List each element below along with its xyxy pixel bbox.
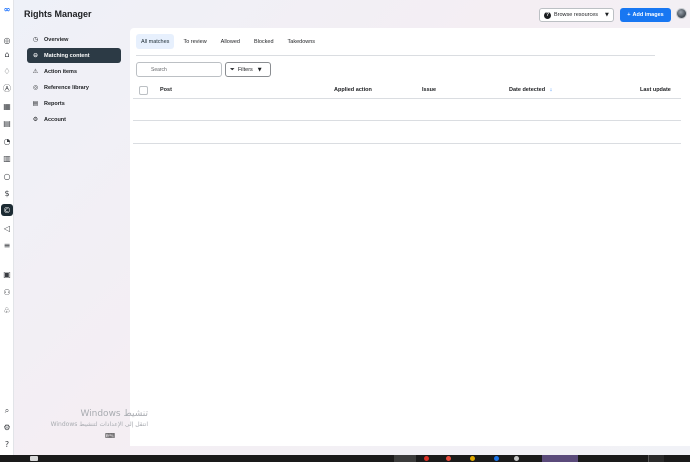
filters-label: Filters (237, 66, 253, 73)
report-icon: ▤ (32, 100, 39, 107)
taskbar-app-icon[interactable] (446, 456, 451, 461)
question-icon: ? (544, 11, 551, 19)
search-icon[interactable]: ⌕ (0, 405, 14, 417)
left-icon-rail: ∞ ◎ ⌂ ♢ Ⓐ ▦ ▤ ◔ ▥ ○ $ © ◁ ≡ ▣ ⚇ ♧ ⌕ ⚙ ? (0, 0, 14, 455)
taskbar-app-icon[interactable] (514, 456, 519, 461)
keyboard-icon[interactable]: ⌨ (105, 432, 115, 440)
table-row (133, 120, 681, 121)
sidebar-item-reference-library[interactable]: ◎ Reference library (27, 80, 121, 95)
chevron-down-icon: ▼ (605, 12, 609, 18)
layers-icon[interactable]: ▤ (0, 117, 14, 129)
page-title: Rights Manager (24, 9, 92, 19)
sidebar-item-action-items[interactable]: ⚠ Action items (27, 64, 121, 79)
home-icon[interactable]: ⌂ (0, 48, 14, 60)
table-divider (133, 98, 681, 99)
chevron-down-icon: ▼ (257, 66, 262, 73)
chart-icon[interactable]: ▥ (0, 152, 14, 164)
taskbar-widget-icon[interactable] (542, 455, 578, 462)
rights-manager-icon[interactable]: © (1, 204, 13, 216)
windows-activation-watermark: Windows تنشيط Windows انتقل إلى الإعدادا… (30, 409, 148, 428)
matching-icon: ⊖ (32, 52, 39, 59)
filters-button[interactable]: ⏷ Filters ▼ (225, 62, 271, 77)
select-all-checkbox[interactable] (139, 86, 148, 95)
tab-to-review[interactable]: To review (178, 34, 211, 49)
sidebar-item-account[interactable]: ⚙ Account (27, 112, 121, 127)
tab-all-matches[interactable]: All matches (136, 34, 175, 49)
tree-icon[interactable]: ♧ (0, 304, 14, 316)
sidebar-item-reports[interactable]: ▤ Reports (27, 96, 121, 111)
grid-icon[interactable]: ▦ (0, 100, 14, 112)
compass-icon[interactable]: Ⓐ (0, 82, 14, 94)
warning-icon: ⚠ (32, 68, 39, 75)
column-issue[interactable]: Issue (422, 87, 436, 93)
search-input[interactable]: Search (136, 62, 222, 77)
tab-bar: All matches To review Allowed Blocked Ta… (136, 34, 324, 49)
column-last-update[interactable]: Last update (640, 87, 671, 93)
table-header: Post Applied action Issue Date detected … (136, 83, 684, 99)
column-post[interactable]: Post (160, 87, 172, 93)
taskbar-app-icon[interactable] (494, 456, 499, 461)
taskbar-tray-icon[interactable] (648, 455, 664, 462)
profile-icon[interactable]: ◎ (0, 34, 14, 46)
taskbar-app-icon[interactable] (470, 456, 475, 461)
clock-icon: ◷ (32, 36, 39, 43)
sidebar-item-label: Reports (44, 100, 65, 107)
filter-icon: ⏷ (230, 65, 235, 73)
taskbar-app-icon[interactable] (424, 456, 429, 461)
add-images-button[interactable]: + Add images (620, 8, 671, 22)
taskbar-app-icon[interactable] (394, 455, 416, 462)
meta-logo-icon[interactable]: ∞ (0, 3, 14, 15)
sidebar-item-label: Overview (44, 36, 69, 43)
browse-resources-label: Browse resources (554, 12, 599, 18)
dollar-icon[interactable]: $ (0, 187, 14, 199)
tabs-divider (136, 55, 655, 56)
sidebar-item-label: Reference library (44, 84, 89, 91)
column-applied-action[interactable]: Applied action (334, 87, 372, 93)
column-date-detected-label: Date detected (509, 87, 546, 93)
add-images-label: Add images (632, 12, 664, 18)
help-icon[interactable]: ? (0, 438, 14, 450)
menu-icon[interactable]: ≡ (0, 239, 14, 251)
people-icon[interactable]: ⚇ (0, 286, 14, 298)
gear-icon[interactable]: ⚙ (0, 421, 14, 433)
bell-icon[interactable]: ♢ (0, 65, 14, 77)
watermark-line-2: Windows انتقل إلى الإعدادات لتنشيط (50, 421, 148, 428)
sidebar-item-label: Matching content (44, 52, 90, 59)
chart-pie-icon[interactable]: ◔ (0, 135, 14, 147)
sidebar: ◷ Overview ⊖ Matching content ⚠ Action i… (27, 32, 121, 128)
browse-resources-button[interactable]: ? Browse resources ▼ (539, 8, 614, 22)
tab-takedowns[interactable]: Takedowns (283, 34, 321, 49)
watermark-line-1: Windows تنشيط (80, 409, 148, 419)
avatar[interactable] (676, 8, 687, 19)
sidebar-item-matching-content[interactable]: ⊖ Matching content (27, 48, 121, 63)
column-date-detected[interactable]: Date detected ↓ (509, 87, 552, 93)
sort-down-icon: ↓ (549, 87, 553, 93)
search-placeholder: Search (151, 66, 167, 73)
megaphone-icon[interactable]: ◁ (0, 222, 14, 234)
building-icon[interactable]: ▣ (0, 268, 14, 280)
table-row (133, 143, 681, 144)
plus-icon: + (627, 12, 631, 18)
sidebar-item-label: Action items (44, 68, 78, 75)
library-icon: ◎ (32, 84, 39, 91)
circle-icon[interactable]: ○ (0, 170, 14, 182)
main-panel: All matches To review Allowed Blocked Ta… (130, 28, 690, 446)
start-icon[interactable] (30, 456, 38, 461)
tab-allowed[interactable]: Allowed (216, 34, 245, 49)
sidebar-item-overview[interactable]: ◷ Overview (27, 32, 121, 47)
tab-blocked[interactable]: Blocked (249, 34, 279, 49)
account-icon: ⚙ (32, 116, 39, 123)
sidebar-item-label: Account (44, 116, 66, 123)
taskbar (0, 455, 690, 462)
